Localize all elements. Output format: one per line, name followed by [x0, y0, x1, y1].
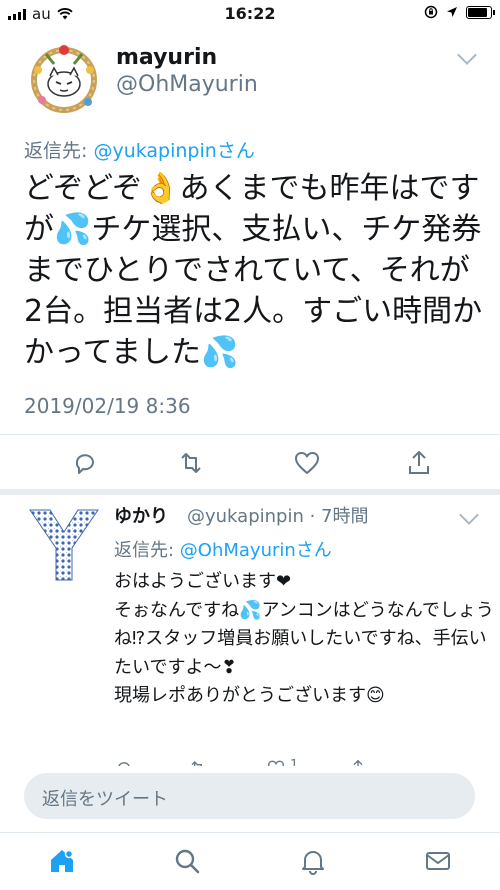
messages-icon[interactable] [424, 847, 452, 875]
tweet-text: どぞどぞ👌あくまでも昨年はですが💦チケ選択、支払い、チケ発券までひとりでされてい… [24, 171, 483, 370]
divider [0, 434, 500, 435]
avatar[interactable] [24, 40, 104, 120]
share-icon[interactable] [404, 448, 434, 478]
chevron-down-icon[interactable] [457, 45, 477, 65]
reply-icon[interactable] [70, 448, 100, 478]
retweet-icon[interactable] [176, 448, 206, 478]
display-name[interactable]: mayurin [116, 45, 217, 70]
reply-text: おはようございます❤ そぉなんですね💦アンコンはどうなんでしょうね⁉スタッフ増員… [114, 571, 494, 706]
reply-handle-time[interactable]: @yukapinpin · 7時間 [187, 502, 369, 528]
reply-to-link[interactable]: @OhMayurin [180, 540, 296, 561]
battery-icon [466, 5, 495, 19]
reply-to-link[interactable]: @yukapinpin [93, 140, 216, 162]
location-icon [447, 7, 457, 17]
reply-display-name[interactable]: ゆかり [114, 502, 168, 528]
avatar-image [31, 45, 97, 113]
status-bar: au 16:22 [0, 0, 500, 28]
handle[interactable]: @OhMayurin [116, 72, 258, 97]
reply-compose-input[interactable]: 返信をツイート [24, 773, 475, 819]
notifications-icon[interactable] [299, 847, 327, 875]
status-icons [424, 5, 495, 19]
search-icon[interactable] [173, 847, 201, 875]
tweet-timestamp[interactable]: 2019/02/19 8:36 [24, 394, 191, 418]
reply-reply-to-line: 返信先: @OhMayurinさん [114, 536, 332, 562]
home-icon[interactable] [48, 847, 76, 875]
compose-placeholder: 返信をツイート [42, 789, 168, 810]
tab-bar [0, 832, 500, 890]
rotation-lock-icon [424, 5, 438, 19]
reply-to-prefix: 返信先: [24, 140, 94, 162]
reply-to-suffix: さん [295, 540, 332, 561]
reply-avatar[interactable] [24, 504, 104, 584]
reply-to-prefix: 返信先: [114, 540, 180, 561]
chevron-down-icon[interactable] [459, 505, 479, 525]
reply-to-suffix: さん [216, 140, 255, 162]
like-icon[interactable] [292, 448, 322, 478]
reply-to-line: 返信先: @yukapinpinさん [24, 136, 255, 163]
section-separator [0, 489, 500, 495]
